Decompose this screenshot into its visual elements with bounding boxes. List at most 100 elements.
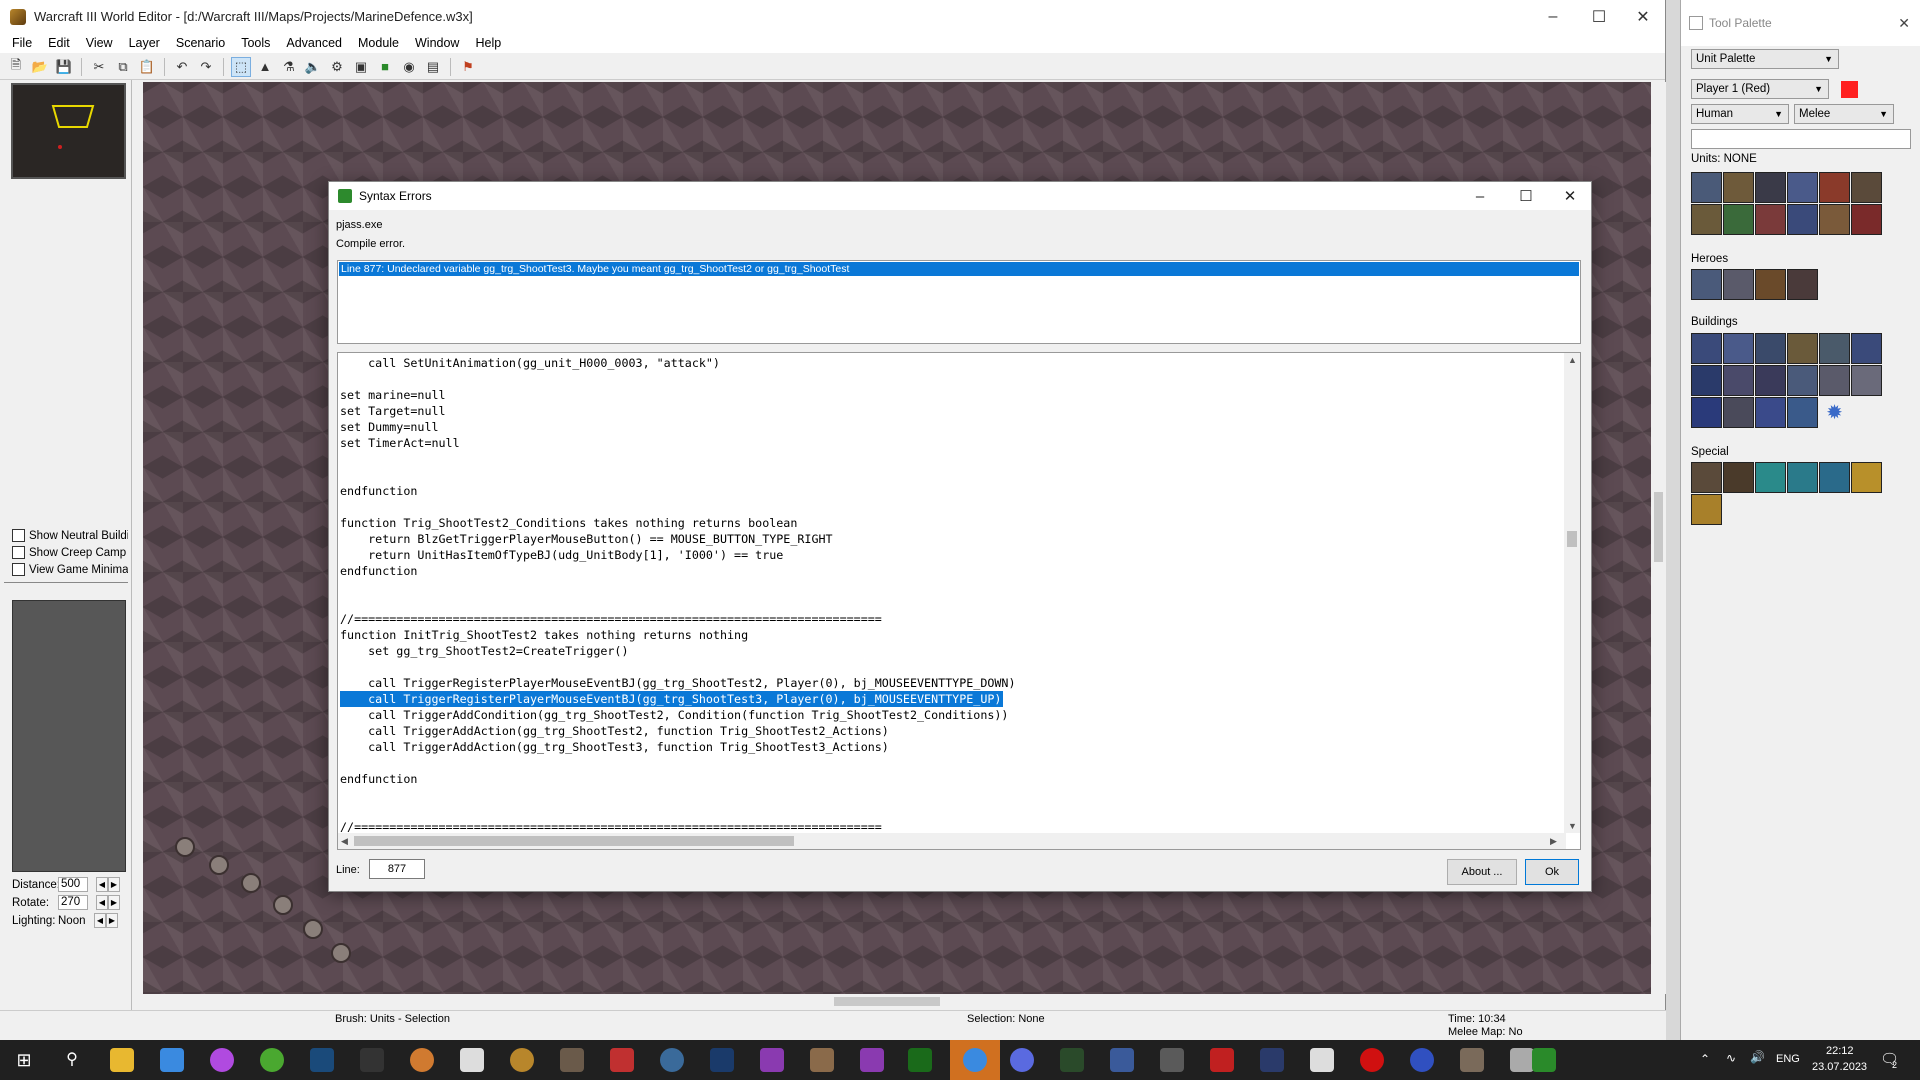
app-icon[interactable] [610,1048,634,1072]
app-icon[interactable] [810,1048,834,1072]
import-manager-icon[interactable]: ◉ [399,57,419,77]
opera-icon[interactable] [1360,1048,1384,1072]
app-icon[interactable] [660,1048,684,1072]
code-line[interactable]: return BlzGetTriggerPlayerMouseButton() … [340,531,1016,547]
barracks-icon[interactable] [1819,333,1850,364]
code-line[interactable]: call TriggerAddCondition(gg_trg_ShootTes… [340,707,1016,723]
rotate-input[interactable]: 270 [58,895,88,910]
code-line[interactable]: call TriggerAddAction(gg_trg_ShootTest2,… [340,723,1016,739]
flying-machine-icon[interactable] [1819,204,1850,235]
gear-building-icon[interactable]: ✹ [1819,397,1850,428]
sound-editor-icon[interactable]: 🔈 [303,57,323,77]
dialog-maximize-button[interactable]: ☐ [1503,182,1549,210]
clock-date[interactable]: 23.07.2023 [1812,1061,1867,1073]
steam-icon[interactable] [310,1048,334,1072]
lumber-mill-icon[interactable] [1851,333,1882,364]
minimap[interactable] [11,83,126,179]
select-tool-icon[interactable]: ⬚ [231,56,251,77]
code-vertical-scrollbar[interactable]: ▲ ▼ [1564,353,1580,833]
phoenix-icon[interactable] [1851,462,1882,493]
menu-module[interactable]: Module [350,36,407,50]
map-vertical-scrollbar[interactable] [1651,82,1666,994]
water-elemental-icon[interactable] [1819,462,1850,493]
menu-edit[interactable]: Edit [40,36,78,50]
code-line[interactable] [340,451,1016,467]
app-icon[interactable] [760,1048,784,1072]
lighting-value[interactable]: Noon [56,915,94,927]
code-vscroll-thumb[interactable] [1567,531,1577,547]
blacksmith-icon[interactable] [1691,365,1722,396]
special-unit-icon[interactable] [1691,494,1722,525]
checkbox-box[interactable] [12,546,25,559]
world-editor-task-icon[interactable] [1532,1048,1556,1072]
paste-icon[interactable]: 📋 [137,57,157,77]
lighting-increase-icon[interactable]: ▶ [106,913,118,928]
save-icon[interactable]: 💾 [54,57,74,77]
doodad-palette-icon[interactable]: ⚗ [279,57,299,77]
race-dropdown[interactable]: Human ▼ [1691,104,1789,124]
show-creep-camp-checkbox[interactable]: Show Creep Camp Ic [12,546,128,559]
code-line[interactable] [340,579,1016,595]
app-icon[interactable] [860,1048,884,1072]
minimize-button[interactable]: – [1530,0,1576,33]
object-editor-icon[interactable]: ⚙ [327,57,347,77]
menu-tools[interactable]: Tools [233,36,278,50]
highlighted-error-line[interactable]: call TriggerRegisterPlayerMouseEventBJ(g… [340,691,1004,707]
ai-editor-icon[interactable]: ▤ [423,57,443,77]
water-elemental-icon[interactable] [1755,462,1786,493]
mortar-team-icon[interactable] [1723,204,1754,235]
mountain-king-icon[interactable] [1755,269,1786,300]
app-icon[interactable] [1060,1048,1084,1072]
wifi-icon[interactable]: ∿ [1726,1051,1736,1065]
test-map-icon[interactable]: ⚑ [458,57,478,77]
scout-tower-icon[interactable] [1691,397,1722,428]
utorrent-icon[interactable] [260,1048,284,1072]
code-line[interactable] [340,755,1016,771]
code-line[interactable]: endfunction [340,483,1016,499]
code-line[interactable] [340,787,1016,803]
code-line[interactable]: call SetUnitAnimation(gg_unit_H000_0003,… [340,355,1016,371]
scroll-right-icon[interactable]: ▶ [1550,836,1557,847]
town-hall-icon[interactable] [1691,333,1722,364]
water-elemental-icon[interactable] [1787,462,1818,493]
code-line[interactable]: call TriggerRegisterPlayerMouseEventBJ(g… [340,691,1016,707]
menu-file[interactable]: File [4,36,40,50]
code-line[interactable]: endfunction [340,771,1016,787]
app-icon[interactable] [1110,1048,1134,1072]
show-neutral-buildings-checkbox[interactable]: Show Neutral Buildin [12,529,128,542]
palette-title-bar[interactable]: Tool Palette ✕ [1681,0,1920,46]
rifleman-icon[interactable] [1723,172,1754,203]
code-line[interactable]: call TriggerAddAction(gg_trg_ShootTest3,… [340,739,1016,755]
undo-icon[interactable]: ↶ [172,57,192,77]
mail-icon[interactable] [160,1048,184,1072]
footman-icon[interactable] [1691,172,1722,203]
dialog-minimize-button[interactable]: – [1457,182,1503,210]
menu-window[interactable]: Window [407,36,467,50]
spell-breaker-icon[interactable] [1851,172,1882,203]
app-icon[interactable] [460,1048,484,1072]
chevron-up-icon[interactable]: ⌃ [1700,1052,1710,1066]
code-hscroll-thumb[interactable] [354,836,794,846]
code-line[interactable]: return UnitHasItemOfTypeBJ(udg_UnitBody[… [340,547,1016,563]
workshop-icon[interactable] [1787,365,1818,396]
copy-icon[interactable]: ⧉ [113,57,133,77]
map-hscroll-thumb[interactable] [834,997,940,1006]
code-line[interactable] [340,659,1016,675]
app-icon[interactable] [1260,1048,1284,1072]
error-list[interactable]: Line 877: Undeclared variable gg_trg_Sho… [337,260,1581,344]
clock-time[interactable]: 22:12 [1826,1045,1854,1057]
arcane-tower-icon[interactable] [1787,397,1818,428]
maximize-button[interactable]: ☐ [1576,0,1622,33]
volume-icon[interactable]: 🔊 [1750,1050,1765,1064]
code-line[interactable]: endfunction [340,563,1016,579]
cut-icon[interactable]: ✂ [89,57,109,77]
code-line[interactable] [340,803,1016,819]
gryphon-aviary-icon[interactable] [1819,365,1850,396]
gryphon-rider-icon[interactable] [1787,204,1818,235]
code-horizontal-scrollbar[interactable]: ◀ ▶ [338,833,1566,849]
special-unit-icon[interactable] [1691,462,1722,493]
about-button[interactable]: About ... [1447,859,1517,885]
scroll-down-icon[interactable]: ▼ [1568,821,1577,831]
rotate-decrease-icon[interactable]: ◀ [96,895,108,910]
palette-close-icon[interactable]: ✕ [1898,15,1910,32]
